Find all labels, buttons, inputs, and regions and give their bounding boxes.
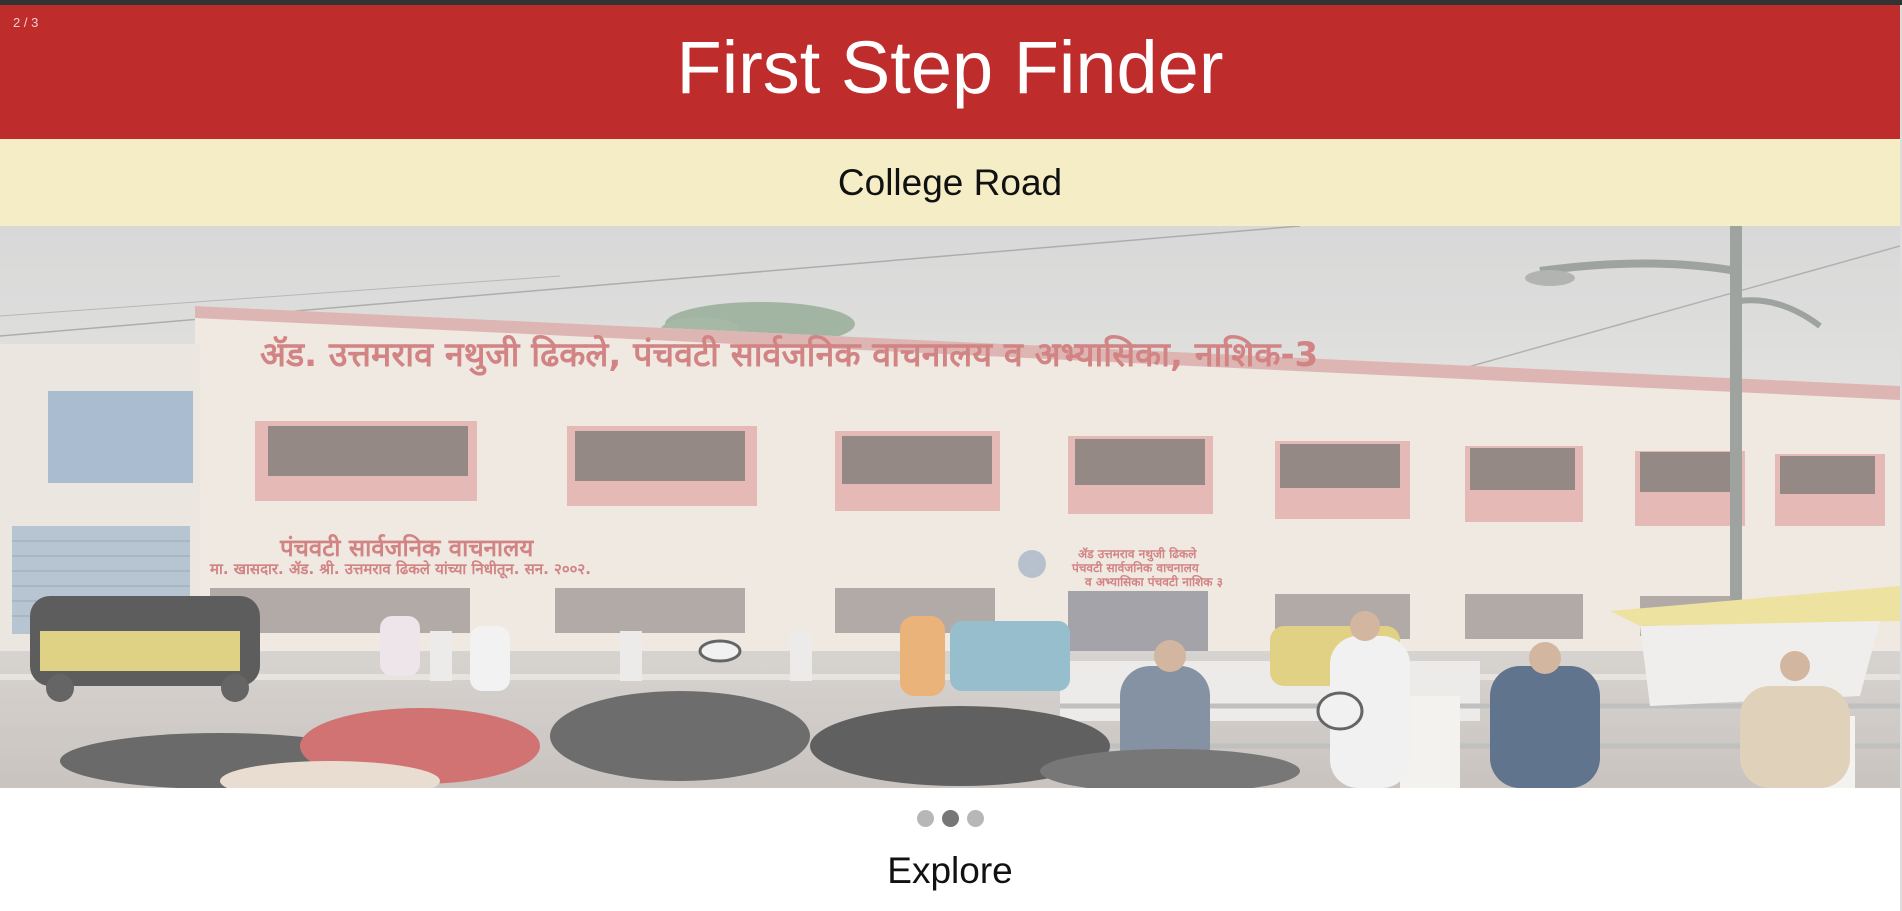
slide-counter: 2 / 3 (13, 15, 39, 30)
site-title: First Step Finder (676, 25, 1224, 109)
location-banner: College Road (0, 139, 1900, 226)
slide-dot-2-active[interactable] (941, 809, 959, 827)
building-photo: ॲड. उत्तमराव नथुजी ढिकले, पंचवटी सार्वजन… (0, 226, 1900, 788)
slide-dot-1[interactable] (916, 809, 934, 827)
location-name: College Road (837, 161, 1063, 203)
site-header: 2 / 3 First Step Finder (0, 5, 1900, 139)
slider-dots (0, 806, 1900, 830)
explore-heading: Explore (887, 850, 1013, 891)
slide-photo[interactable]: ॲड. उत्तमराव नथुजी ढिकले, पंचवटी सार्वजन… (0, 226, 1900, 788)
slide-dot-3[interactable] (966, 809, 984, 827)
